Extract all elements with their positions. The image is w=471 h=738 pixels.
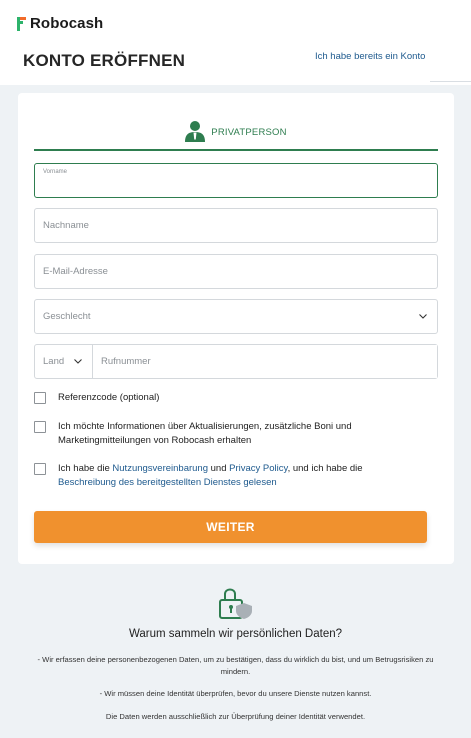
- first-name-label: Vorname: [43, 169, 68, 175]
- terms-prefix: Ich habe die: [58, 463, 113, 474]
- why-collect-title: Warum sammeln wir persönlichen Daten?: [128, 628, 343, 640]
- first-name-field[interactable]: Vorname: [34, 163, 438, 198]
- phone-input[interactable]: [93, 345, 437, 378]
- info-paragraph-3: Die Daten werden ausschließlich zur Über…: [105, 712, 366, 721]
- gender-placeholder: Geschlecht: [43, 311, 91, 322]
- country-code-select[interactable]: Land: [35, 345, 93, 378]
- terms-of-use-link[interactable]: Nutzungsvereinbarung: [112, 463, 208, 474]
- brand-name: Robocash: [30, 15, 104, 32]
- person-icon: [185, 121, 206, 142]
- service-description-link[interactable]: Beschreibung des bereitgestellten Dienst…: [58, 477, 277, 488]
- header-bar: Robocash KONTO ERÖFFNEN Ich habe bereits…: [0, 0, 471, 85]
- registration-form-card: PRIVATPERSON Vorname Geschlecht Land Ref…: [18, 93, 454, 564]
- robocash-logo-icon: [17, 16, 26, 31]
- email-input[interactable]: [35, 255, 437, 288]
- first-name-input[interactable]: [35, 164, 437, 197]
- last-name-input[interactable]: [35, 209, 437, 242]
- header-divider: [430, 81, 471, 82]
- gender-select[interactable]: Geschlecht: [34, 299, 438, 334]
- last-name-field[interactable]: [34, 208, 438, 243]
- referral-row: Referenzcode (optional): [34, 391, 438, 405]
- phone-group: Land: [34, 344, 438, 379]
- tab-private-person[interactable]: PRIVATPERSON: [34, 117, 438, 151]
- page-title: KONTO ERÖFFNEN: [23, 51, 186, 70]
- privacy-policy-link[interactable]: Privacy Policy: [229, 463, 287, 474]
- terms-label: Ich habe die Nutzungsvereinbarung und Pr…: [58, 462, 363, 490]
- marketing-label: Ich möchte Informationen über Aktualisie…: [58, 421, 352, 446]
- terms-and: und: [208, 463, 230, 474]
- marketing-checkbox[interactable]: [34, 421, 46, 433]
- country-placeholder: Land: [43, 356, 65, 367]
- info-paragraph-2: - Wir müssen deine Identität überprüfen,…: [99, 689, 372, 698]
- chevron-down-icon: [74, 359, 82, 364]
- brand-logo[interactable]: Robocash: [17, 15, 103, 32]
- info-paragraph-1: - Wir erfassen deine personenbezogenen D…: [37, 655, 434, 676]
- chevron-down-icon: [419, 314, 427, 319]
- terms-row: Ich habe die Nutzungsvereinbarung und Pr…: [34, 462, 438, 490]
- email-field[interactable]: [34, 254, 438, 289]
- existing-account-link[interactable]: Ich habe bereits ein Konto: [315, 51, 425, 62]
- marketing-row: Ich möchte Informationen über Aktualisie…: [34, 420, 438, 448]
- referral-checkbox[interactable]: [34, 392, 46, 404]
- terms-checkbox[interactable]: [34, 463, 46, 475]
- tab-label: PRIVATPERSON: [211, 127, 287, 138]
- terms-middle: , und ich habe die: [287, 463, 363, 474]
- lock-shield-icon: [219, 588, 252, 619]
- continue-button[interactable]: WEITER: [34, 511, 427, 543]
- referral-label: Referenzcode (optional): [58, 392, 160, 403]
